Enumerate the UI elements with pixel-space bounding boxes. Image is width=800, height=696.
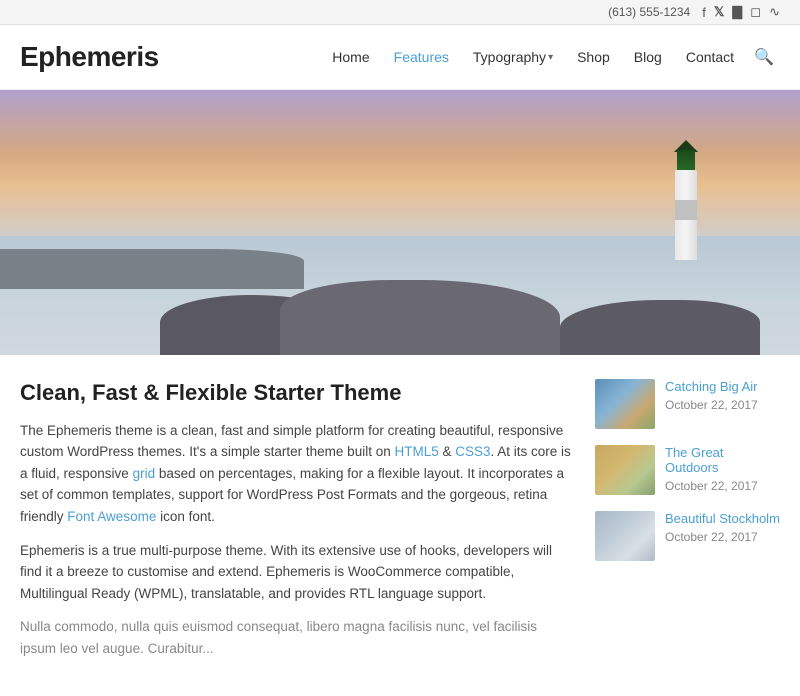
topbar: (613) 555-1234 f 𝕏 ▇ ◻ ∿ [0, 0, 800, 25]
sidebar-date-1: October 22, 2017 [665, 398, 758, 412]
lighthouse-body [675, 170, 697, 260]
site-header: Ephemeris Home Features Typography ▾ Sho… [0, 25, 800, 90]
css3-link[interactable]: CSS3 [455, 444, 490, 459]
sidebar: Catching Big Air October 22, 2017 The Gr… [595, 379, 780, 672]
html5-link[interactable]: HTML5 [394, 444, 438, 459]
site-logo[interactable]: Ephemeris [20, 41, 159, 73]
sidebar-item-2: The Great Outdoors October 22, 2017 [595, 445, 780, 495]
sidebar-meta-1: Catching Big Air October 22, 2017 [665, 379, 780, 412]
nav-home[interactable]: Home [322, 43, 379, 71]
search-icon[interactable]: 🔍 [748, 41, 780, 73]
nav-blog[interactable]: Blog [624, 43, 672, 71]
phone-number: (613) 555-1234 [608, 5, 690, 19]
sidebar-date-2: October 22, 2017 [665, 479, 758, 493]
font-awesome-link[interactable]: Font Awesome [67, 509, 156, 524]
sidebar-meta-2: The Great Outdoors October 22, 2017 [665, 445, 780, 493]
post-paragraph-2: Ephemeris is a true multi-purpose theme.… [20, 540, 571, 605]
nav-typography[interactable]: Typography ▾ [463, 43, 563, 71]
main-wrapper: Clean, Fast & Flexible Starter Theme The… [0, 355, 800, 696]
main-nav: Home Features Typography ▾ Shop Blog Con… [322, 41, 780, 73]
sidebar-link-3[interactable]: Beautiful Stockholm [665, 511, 780, 526]
sidebar-thumb-3 [595, 511, 655, 561]
rock-2 [280, 280, 560, 355]
sidebar-meta-3: Beautiful Stockholm October 22, 2017 [665, 511, 780, 544]
rss-icon[interactable]: ∿ [769, 4, 780, 20]
main-content: Clean, Fast & Flexible Starter Theme The… [20, 379, 571, 672]
nav-contact[interactable]: Contact [676, 43, 744, 71]
sidebar-link-2[interactable]: The Great Outdoors [665, 445, 780, 475]
hero-scene [0, 90, 800, 355]
nav-shop[interactable]: Shop [567, 43, 620, 71]
rock-3 [560, 300, 760, 355]
social-icons: f 𝕏 ▇ ◻ ∿ [702, 4, 780, 20]
post-paragraph-3: Nulla commodo, nulla quis euismod conseq… [20, 616, 571, 659]
lighthouse-lantern [677, 150, 695, 172]
chevron-down-icon: ▾ [548, 52, 553, 63]
vimeo-icon[interactable]: ◻ [750, 4, 761, 20]
hero-image [0, 90, 800, 355]
sidebar-thumb-2 [595, 445, 655, 495]
sidebar-item-1: Catching Big Air October 22, 2017 [595, 379, 780, 429]
grid-link[interactable]: grid [133, 466, 156, 481]
hero-land [0, 249, 304, 289]
sidebar-link-1[interactable]: Catching Big Air [665, 379, 780, 394]
twitter-icon[interactable]: 𝕏 [714, 4, 724, 20]
facebook-icon[interactable]: f [702, 5, 706, 20]
sidebar-item-3: Beautiful Stockholm October 22, 2017 [595, 511, 780, 561]
instagram-icon[interactable]: ▇ [732, 4, 742, 20]
post-paragraph-1: The Ephemeris theme is a clean, fast and… [20, 420, 571, 528]
nav-features[interactable]: Features [384, 43, 459, 71]
sidebar-date-3: October 22, 2017 [665, 530, 758, 544]
lighthouse [668, 140, 704, 260]
post-title: Clean, Fast & Flexible Starter Theme [20, 379, 571, 408]
sidebar-thumb-1 [595, 379, 655, 429]
